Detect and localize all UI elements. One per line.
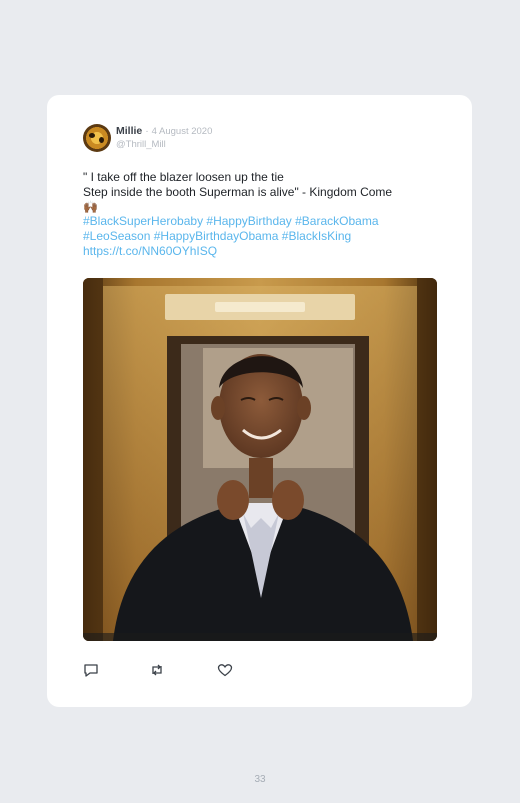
user-handle[interactable]: @Thrill_Mill: [116, 139, 166, 150]
like-icon[interactable]: [217, 663, 233, 677]
display-name[interactable]: Millie: [116, 125, 142, 137]
photo-illustration: [83, 278, 437, 641]
page-number: 33: [254, 774, 266, 785]
separator: ·: [145, 125, 149, 137]
hashtag-line[interactable]: #BlackSuperHerobaby #HappyBirthday #Bara…: [83, 214, 438, 229]
retweet-icon[interactable]: [149, 663, 165, 677]
display-name-row: Millie · 4 August 2020: [116, 125, 212, 137]
tweet-text: " I take off the blazer loosen up the ti…: [83, 170, 438, 259]
tweet-text-line: Step inside the booth Superman is alive"…: [83, 185, 393, 199]
reply-icon[interactable]: [83, 663, 99, 677]
tweet-text-line: " I take off the blazer loosen up the ti…: [83, 170, 284, 184]
hashtag-line[interactable]: #LeoSeason #HappyBirthdayObama #BlackIsK…: [83, 229, 438, 244]
tweet-date: 4 August 2020: [151, 126, 213, 137]
raised-hands-emoji: 🙌🏾: [83, 200, 98, 214]
avatar[interactable]: [83, 124, 111, 152]
tweet-link[interactable]: https://t.co/NN60OYhISQ: [83, 244, 438, 259]
tweet-photo[interactable]: [83, 278, 437, 641]
tweet-card: Millie · 4 August 2020 @Thrill_Mill " I …: [47, 95, 472, 707]
